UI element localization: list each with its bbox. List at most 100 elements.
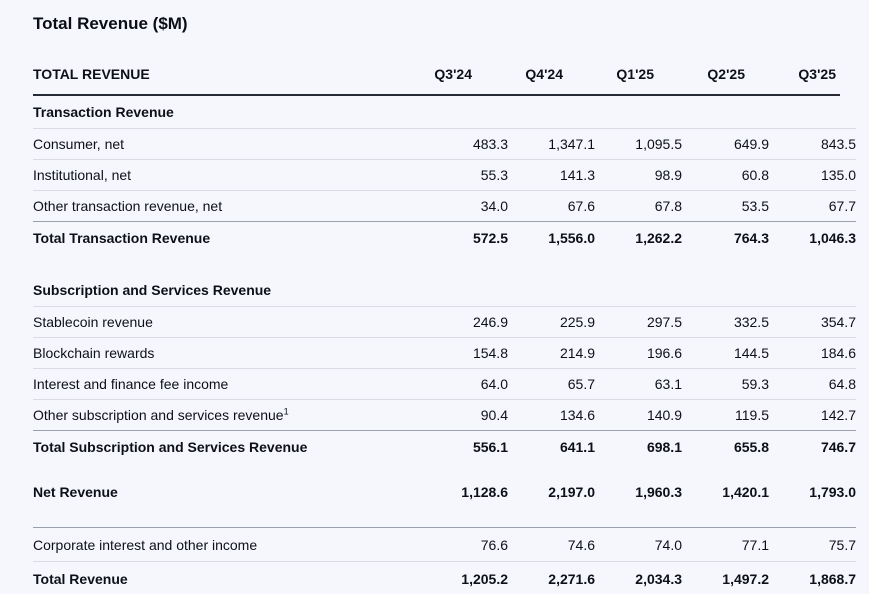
- value-cell: 641.1: [559, 438, 595, 455]
- section-row-transaction-revenue: Transaction Revenue: [33, 96, 856, 129]
- column-header-q1-25: Q1'25: [616, 66, 654, 82]
- value-cell: 214.9: [559, 345, 595, 361]
- row-label: Net Revenue: [33, 484, 118, 500]
- value-cell: 98.9: [654, 167, 682, 183]
- table-header-row: TOTAL REVENUE Q3'24 Q4'24 Q1'25 Q2'25 Q3…: [33, 54, 840, 96]
- value-cell: 1,128.6: [461, 484, 508, 500]
- row-label: Stablecoin revenue: [33, 314, 153, 330]
- page: Total Revenue ($M) TOTAL REVENUE Q3'24 Q…: [0, 0, 869, 594]
- row-label: Institutional, net: [33, 167, 132, 183]
- value-cell: 76.6: [480, 536, 508, 553]
- row-label: Total Revenue: [33, 570, 128, 587]
- value-cell: 354.7: [820, 314, 856, 330]
- table-row-net-revenue: Net Revenue 1,128.6 2,197.0 1,960.3 1,42…: [33, 474, 856, 510]
- value-cell: 135.0: [820, 167, 856, 183]
- value-cell: 134.6: [559, 407, 595, 423]
- value-cell: 1,262.2: [635, 229, 682, 246]
- value-cell: 144.5: [733, 345, 769, 361]
- value-cell: 2,197.0: [548, 484, 595, 500]
- value-cell: 764.3: [733, 229, 769, 246]
- value-cell: 698.1: [646, 438, 682, 455]
- value-cell: 225.9: [559, 314, 595, 330]
- value-cell: 1,205.2: [461, 570, 508, 587]
- column-header-q4-24: Q4'24: [525, 66, 563, 82]
- value-cell: 77.1: [741, 536, 769, 553]
- value-cell: 64.0: [480, 376, 508, 392]
- section-label: Subscription and Services Revenue: [33, 282, 272, 298]
- value-cell: 843.5: [820, 136, 856, 152]
- value-cell: 140.9: [646, 407, 682, 423]
- value-cell: 1,046.3: [809, 229, 856, 246]
- value-cell: 1,556.0: [548, 229, 595, 246]
- table-row-total-transaction-revenue: Total Transaction Revenue 572.5 1,556.0 …: [33, 222, 856, 253]
- table-row-other-transaction-revenue: Other transaction revenue, net 34.0 67.6…: [33, 191, 856, 222]
- table-row-interest-finance-fee-income: Interest and finance fee income 64.0 65.…: [33, 369, 856, 400]
- value-cell: 2,271.6: [548, 570, 595, 587]
- value-cell: 1,868.7: [809, 570, 856, 587]
- value-cell: 90.4: [480, 407, 508, 423]
- column-header-q2-25: Q2'25: [707, 66, 745, 82]
- value-cell: 649.9: [733, 136, 769, 152]
- value-cell: 2,034.3: [635, 570, 682, 587]
- value-cell: 332.5: [733, 314, 769, 330]
- value-cell: 74.0: [654, 536, 682, 553]
- value-cell: 67.8: [654, 198, 682, 214]
- value-cell: 1,793.0: [809, 484, 856, 500]
- table-row-total-revenue: Total Revenue 1,205.2 2,271.6 2,034.3 1,…: [33, 562, 856, 594]
- value-cell: 75.7: [828, 536, 856, 553]
- value-cell: 1,497.2: [722, 570, 769, 587]
- row-label: Interest and finance fee income: [33, 376, 229, 392]
- value-cell: 65.7: [567, 376, 595, 392]
- table-row-blockchain-rewards: Blockchain rewards 154.8 214.9 196.6 144…: [33, 338, 856, 369]
- revenue-table: TOTAL REVENUE Q3'24 Q4'24 Q1'25 Q2'25 Q3…: [33, 54, 856, 594]
- value-cell: 60.8: [741, 167, 769, 183]
- value-cell: 196.6: [646, 345, 682, 361]
- row-label-text: Other subscription and services revenue: [33, 407, 284, 423]
- row-label: Total Transaction Revenue: [33, 229, 211, 246]
- table-row-other-subscription-services-revenue: Other subscription and services revenue1…: [33, 400, 856, 431]
- value-cell: 1,347.1: [548, 136, 595, 152]
- value-cell: 483.3: [472, 136, 508, 152]
- section-label: Transaction Revenue: [33, 104, 174, 120]
- row-label: Corporate interest and other income: [33, 536, 258, 553]
- row-label: Consumer, net: [33, 136, 125, 152]
- section-row-subscription-services-revenue: Subscription and Services Revenue: [33, 274, 856, 307]
- footnote-marker: 1: [283, 406, 289, 417]
- value-cell: 67.7: [828, 198, 856, 214]
- value-cell: 655.8: [733, 438, 769, 455]
- value-cell: 74.6: [567, 536, 595, 553]
- value-cell: 67.6: [567, 198, 595, 214]
- value-cell: 1,420.1: [722, 484, 769, 500]
- value-cell: 246.9: [472, 314, 508, 330]
- value-cell: 59.3: [741, 376, 769, 392]
- column-header-q3-24: Q3'24: [434, 66, 472, 82]
- value-cell: 64.8: [828, 376, 856, 392]
- table-row-institutional-net: Institutional, net 55.3 141.3 98.9 60.8 …: [33, 160, 856, 191]
- value-cell: 746.7: [820, 438, 856, 455]
- value-cell: 556.1: [472, 438, 508, 455]
- table-row-total-subscription-services-revenue: Total Subscription and Services Revenue …: [33, 431, 856, 462]
- table-row-stablecoin-revenue: Stablecoin revenue 246.9 225.9 297.5 332…: [33, 307, 856, 338]
- row-label: Other subscription and services revenue1: [33, 407, 421, 423]
- row-label: Blockchain rewards: [33, 345, 155, 361]
- table-row-corporate-interest-other-income: Corporate interest and other income 76.6…: [33, 527, 856, 562]
- value-cell: 63.1: [654, 376, 682, 392]
- value-cell: 297.5: [646, 314, 682, 330]
- value-cell: 142.7: [820, 407, 856, 423]
- value-cell: 34.0: [480, 198, 508, 214]
- value-cell: 141.3: [559, 167, 595, 183]
- page-title: Total Revenue ($M): [33, 14, 188, 33]
- value-cell: 184.6: [820, 345, 856, 361]
- value-cell: 1,095.5: [635, 136, 682, 152]
- value-cell: 154.8: [472, 345, 508, 361]
- table-row-consumer-net: Consumer, net 483.3 1,347.1 1,095.5 649.…: [33, 129, 856, 160]
- row-label: Other transaction revenue, net: [33, 198, 223, 214]
- value-cell: 1,960.3: [635, 484, 682, 500]
- value-cell: 572.5: [472, 229, 508, 246]
- value-cell: 53.5: [741, 198, 769, 214]
- value-cell: 55.3: [480, 167, 508, 183]
- header-row-label: TOTAL REVENUE: [33, 66, 150, 82]
- row-label: Total Subscription and Services Revenue: [33, 438, 308, 455]
- column-header-q3-25: Q3'25: [798, 66, 836, 82]
